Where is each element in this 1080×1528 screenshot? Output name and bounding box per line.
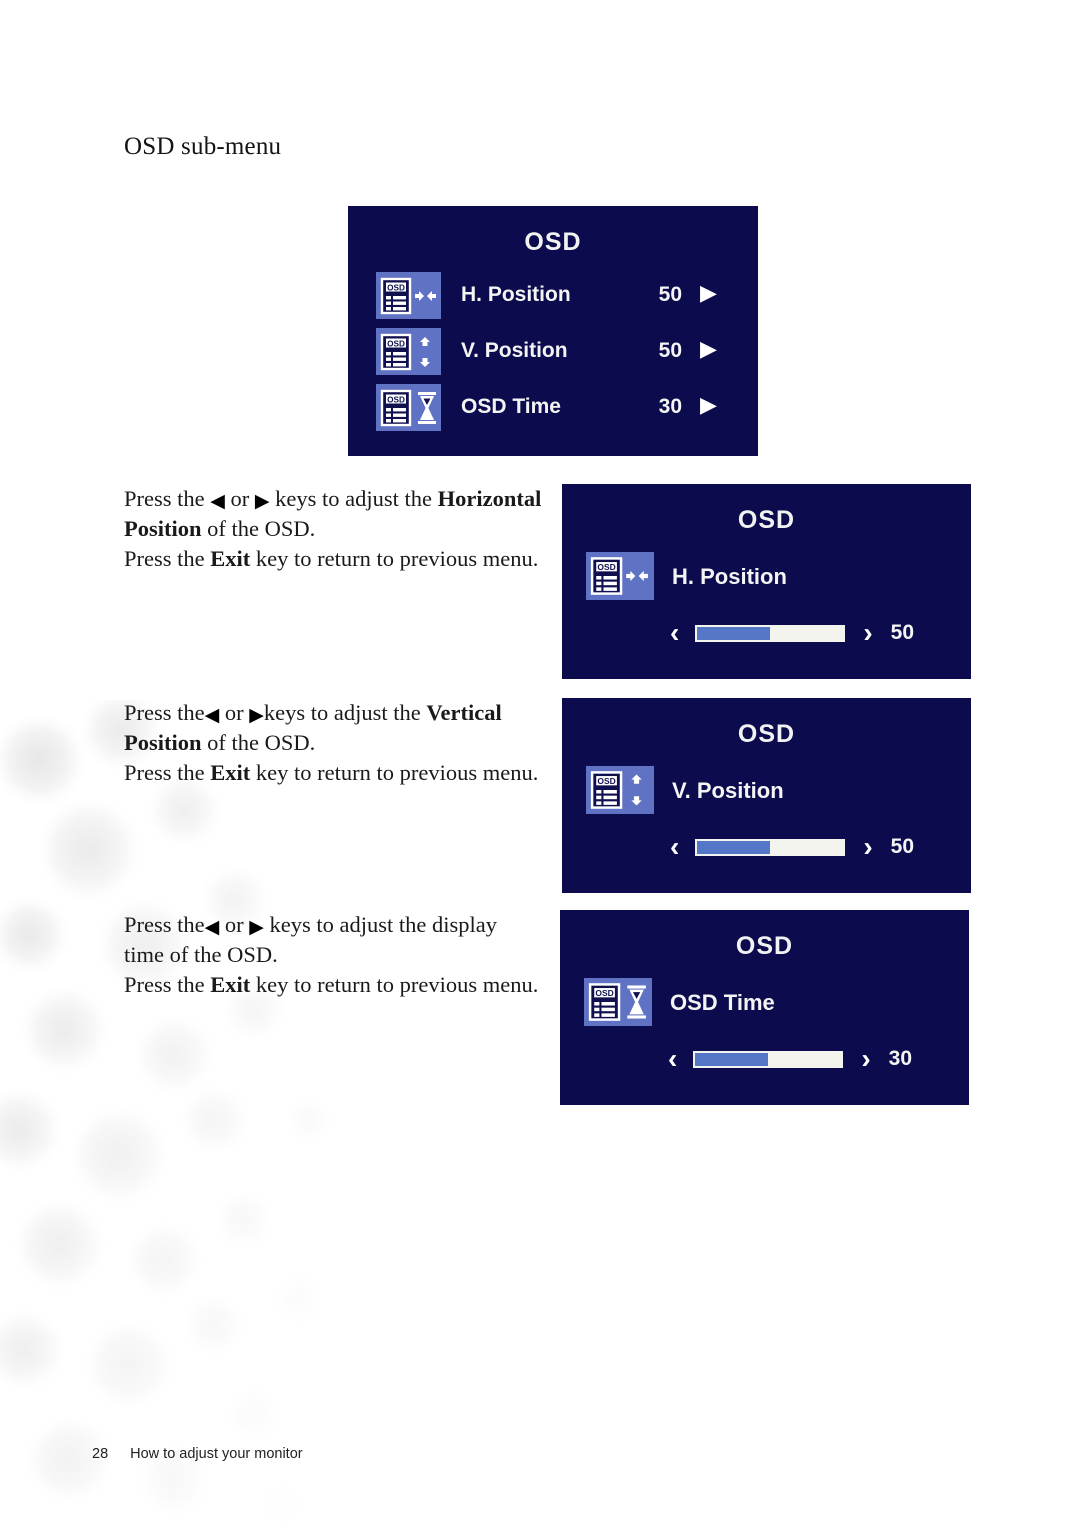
page-title: OSD sub-menu [124,133,282,160]
text-fragment: or [219,912,250,937]
osd-main-menu-panel: OSD OSD H. Position 50 ▶ OSD V. Position… [348,206,758,456]
text-fragment: Press the [124,760,211,785]
osd-slider-fill [697,840,771,854]
osd-vertical-position-icon: OSD [376,328,441,375]
instruction-line3: Press the Exit key to return to previous… [124,546,538,571]
osd-slider-fill [695,1052,769,1066]
text-fragment: keys to adjust the display [263,912,497,937]
text-emphasis: Exit [210,760,251,785]
instruction-line1: Press the ◀ or ▶ keys to adjust the Hori… [124,486,541,511]
osd-time-icon: OSD [584,978,652,1026]
text-fragment: time of the OSD. [124,942,278,967]
osd-menu-row-label: V. Position [461,339,568,362]
chevron-left-icon[interactable]: ‹ [668,1043,677,1075]
osd-menu-row-value: 50 [658,283,682,306]
text-fragment: key to return to previous menu. [250,546,539,571]
instruction-vertical-position: Press the◀ or ▶keys to adjust the Vertic… [124,698,554,788]
svg-text:OSD: OSD [387,339,405,348]
osd-value-slider[interactable] [695,624,846,642]
text-fragment: or [219,700,250,725]
chevron-right-icon[interactable]: ▶ [700,280,717,306]
svg-text:OSD: OSD [597,562,615,572]
osd-panel-title: OSD [737,506,796,534]
chevron-right-icon[interactable]: › [863,831,872,863]
osd-menu-row-value: 50 [658,339,682,362]
svg-text:OSD: OSD [387,283,405,292]
osd-panel-title: OSD [735,932,794,960]
left-triangle-key-icon: ◀ [204,705,220,726]
osd-menu-row-value: 30 [658,395,682,418]
text-fragment: Press the [124,700,205,725]
osd-slider-fill [697,626,771,640]
instruction-line3: Press the Exit key to return to previous… [124,760,538,785]
instruction-line1: Press the◀ or ▶keys to adjust the Vertic… [124,700,502,725]
instruction-line2: Position of the OSD. [124,730,315,755]
text-fragment: of the OSD. [201,516,316,541]
osd-slider-row[interactable]: ‹ › 50 [670,831,914,863]
osd-time-panel: OSD OSD OSD Time ‹ › 30 [560,910,969,1105]
text-fragment: key to return to previous menu. [250,972,539,997]
instruction-line1: Press the◀ or ▶ keys to adjust the displ… [124,912,497,937]
chevron-left-icon[interactable]: ‹ [670,617,679,649]
page-footer: 28 How to adjust your monitor [92,1446,303,1462]
footer-page-number: 28 [92,1446,109,1462]
instruction-line2: Position of the OSD. [124,516,315,541]
chevron-right-icon[interactable]: ▶ [700,336,717,362]
instruction-line3: Press the Exit key to return to previous… [124,972,538,997]
text-fragment: Press the [124,546,211,571]
left-triangle-key-icon: ◀ [204,917,220,938]
osd-main-title: OSD [524,228,582,256]
osd-slider-value: 30 [888,1047,913,1070]
text-fragment: Press the [124,912,205,937]
text-emphasis: Horizontal [437,486,542,511]
osd-slider-value: 50 [890,835,915,858]
text-emphasis: Position [124,516,202,541]
svg-text:OSD: OSD [597,776,615,786]
text-emphasis: Position [124,730,202,755]
osd-horizontal-position-icon: OSD [586,552,654,600]
osd-vertical-position-icon: OSD [586,766,654,814]
text-emphasis: Vertical [426,700,502,725]
osd-menu-row-label: H. Position [461,283,571,306]
chevron-right-icon[interactable]: › [861,1043,870,1075]
osd-panel-item-label: H. Position [672,564,787,589]
chevron-right-icon[interactable]: ▶ [700,392,717,418]
instruction-horizontal-position: Press the ◀ or ▶ keys to adjust the Hori… [124,484,554,574]
text-fragment: Press the [124,972,211,997]
instruction-osd-time: Press the◀ or ▶ keys to adjust the displ… [124,910,554,1000]
svg-text:OSD: OSD [595,988,613,998]
osd-h-position-panel: OSD OSD H. Position ‹ › 50 [562,484,971,679]
osd-value-slider[interactable] [693,1050,844,1068]
osd-slider-row[interactable]: ‹ › 50 [670,617,914,649]
background-bubble-texture [0,700,420,1528]
svg-text:OSD: OSD [387,395,405,404]
osd-value-slider[interactable] [695,838,846,856]
chevron-right-icon[interactable]: › [863,617,872,649]
text-emphasis: Exit [210,546,251,571]
osd-horizontal-position-icon: OSD [376,272,441,319]
osd-panel-item-label: OSD Time [670,990,775,1015]
text-emphasis: Exit [210,972,251,997]
right-triangle-key-icon: ▶ [254,491,270,512]
osd-menu-row-label: OSD Time [461,395,561,418]
chevron-left-icon[interactable]: ‹ [670,831,679,863]
right-triangle-key-icon: ▶ [249,917,264,938]
text-fragment: keys to adjust the [263,700,427,725]
osd-v-position-panel: OSD OSD V. Position ‹ › 50 [562,698,971,893]
text-fragment: of the OSD. [201,730,316,755]
instruction-line2: time of the OSD. [124,942,278,967]
text-fragment: key to return to previous menu. [250,760,539,785]
osd-time-icon: OSD [376,384,441,431]
osd-panel-item-label: V. Position [672,778,784,803]
footer-section-title: How to adjust your monitor [130,1446,303,1462]
text-fragment: or [224,486,255,511]
right-triangle-key-icon: ▶ [249,705,264,726]
osd-slider-value: 50 [890,621,915,644]
osd-slider-row[interactable]: ‹ › 30 [668,1043,912,1075]
left-triangle-key-icon: ◀ [210,491,225,512]
text-fragment: Press the [124,486,211,511]
osd-panel-title: OSD [737,720,796,748]
text-fragment: keys to adjust the [269,486,438,511]
